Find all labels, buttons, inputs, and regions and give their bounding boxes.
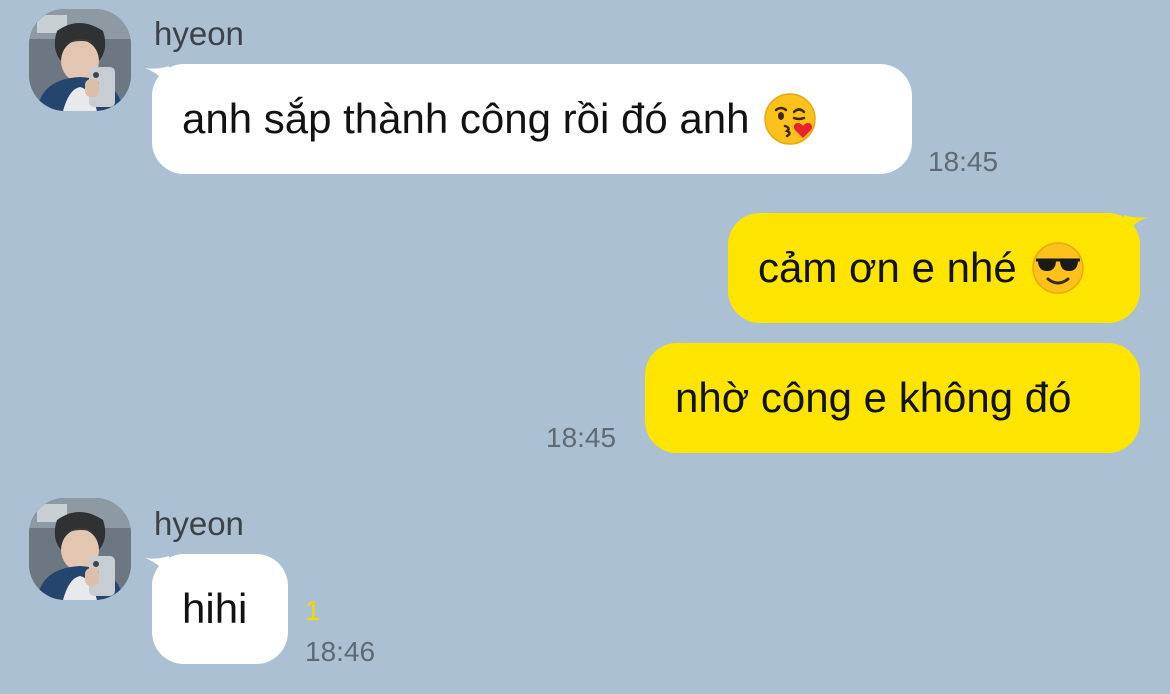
message-text: hihi bbox=[182, 585, 248, 632]
chat-area[interactable]: hyeon anh sắp thành công rồi đó anh 18:4… bbox=[0, 0, 1170, 694]
message-time: 18:46 bbox=[305, 636, 376, 667]
message-bubble[interactable]: anh sắp thành công rồi đó anh bbox=[152, 64, 912, 174]
message-time: 18:45 bbox=[928, 146, 999, 177]
message-text: anh sắp thành công rồi đó anh bbox=[182, 95, 750, 142]
avatar[interactable] bbox=[29, 498, 131, 600]
sender-name: hyeon bbox=[154, 15, 244, 52]
message-bubble[interactable]: nhờ công e không đó bbox=[645, 343, 1140, 453]
message-bubble[interactable]: hihi bbox=[152, 554, 288, 664]
message-bubble[interactable]: cảm ơn e nhé bbox=[728, 213, 1140, 323]
kissing-heart-emoji-icon bbox=[763, 92, 817, 146]
unread-count: 1 bbox=[305, 595, 321, 626]
sender-name: hyeon bbox=[154, 505, 244, 542]
message-text: nhờ công e không đó bbox=[675, 374, 1072, 421]
sunglasses-emoji-icon bbox=[1031, 241, 1085, 295]
message-text: cảm ơn e nhé bbox=[758, 244, 1017, 291]
avatar[interactable] bbox=[29, 9, 131, 111]
message-time: 18:45 bbox=[546, 422, 617, 453]
